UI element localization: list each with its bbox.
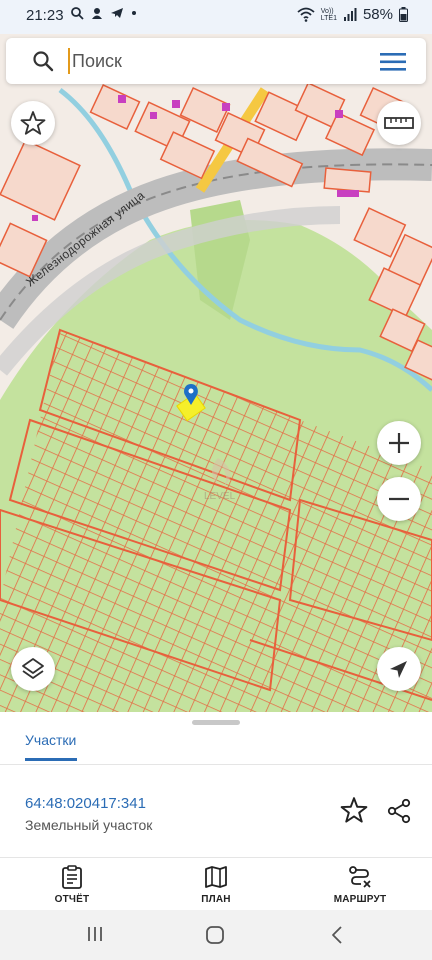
plan-button[interactable]: ПЛАН bbox=[144, 858, 288, 910]
favorite-button[interactable] bbox=[11, 101, 55, 145]
route-label: МАРШРУТ bbox=[333, 894, 387, 905]
telegram-icon bbox=[111, 8, 123, 18]
map-icon bbox=[205, 866, 227, 888]
bottom-sheet: Участки 64:48:020417:341 Земельный участ… bbox=[0, 712, 432, 910]
app-notification-icon bbox=[92, 8, 102, 19]
search-input[interactable] bbox=[68, 48, 368, 74]
tabs-divider bbox=[0, 764, 432, 765]
zoom-out-button[interactable] bbox=[377, 477, 421, 521]
clipboard-icon bbox=[62, 865, 82, 889]
search-bar[interactable] bbox=[6, 38, 426, 84]
watermark-text: LEVEL bbox=[204, 491, 236, 502]
status-bar: 21:23 Vo)) LTE1 58% bbox=[0, 0, 432, 34]
recent-apps-icon[interactable] bbox=[86, 925, 104, 943]
zoom-in-button[interactable] bbox=[377, 421, 421, 465]
system-navigation-bar bbox=[0, 910, 432, 960]
sheet-drag-handle[interactable] bbox=[192, 720, 240, 725]
measure-button[interactable] bbox=[377, 101, 421, 145]
back-icon[interactable] bbox=[329, 925, 345, 945]
status-time: 21:23 bbox=[26, 7, 64, 24]
map-view[interactable]: Железнодорожная улица LEVEL bbox=[0, 34, 432, 712]
dot-icon bbox=[132, 11, 136, 15]
plan-label: ПЛАН bbox=[201, 894, 231, 905]
menu-icon[interactable] bbox=[380, 52, 406, 72]
my-location-button[interactable] bbox=[377, 647, 421, 691]
search-notification-icon bbox=[71, 7, 84, 20]
layers-button[interactable] bbox=[11, 647, 55, 691]
layers-icon bbox=[22, 658, 44, 679]
signal-icon bbox=[343, 7, 357, 21]
tab-parcels[interactable]: Участки bbox=[25, 732, 77, 761]
network-label: Vo)) LTE1 bbox=[320, 7, 337, 22]
search-icon[interactable] bbox=[32, 50, 54, 72]
report-label: ОТЧЁТ bbox=[54, 894, 90, 905]
parcel-cadastral-number[interactable]: 64:48:020417:341 bbox=[25, 795, 146, 812]
minus-icon bbox=[389, 497, 409, 501]
parcel-type: Земельный участок bbox=[25, 817, 153, 833]
battery-percent: 58% bbox=[362, 6, 393, 23]
map-canvas[interactable]: Железнодорожная улица LEVEL bbox=[0, 34, 432, 712]
plus-icon bbox=[389, 433, 409, 453]
route-button[interactable]: МАРШРУТ bbox=[288, 858, 432, 910]
report-button[interactable]: ОТЧЁТ bbox=[0, 858, 144, 910]
route-icon bbox=[349, 866, 371, 888]
ruler-icon bbox=[384, 117, 414, 129]
action-bar: ОТЧЁТ ПЛАН МАРШРУТ bbox=[0, 858, 432, 910]
share-icon[interactable] bbox=[386, 798, 412, 824]
star-icon bbox=[20, 111, 46, 135]
notification-icons bbox=[70, 6, 138, 20]
wifi-icon bbox=[297, 7, 315, 22]
star-icon[interactable] bbox=[340, 796, 368, 824]
home-icon[interactable] bbox=[205, 925, 225, 945]
battery-icon bbox=[399, 7, 408, 22]
navigation-arrow-icon bbox=[390, 661, 407, 678]
system-icons: Vo)) LTE1 58% bbox=[297, 6, 408, 23]
